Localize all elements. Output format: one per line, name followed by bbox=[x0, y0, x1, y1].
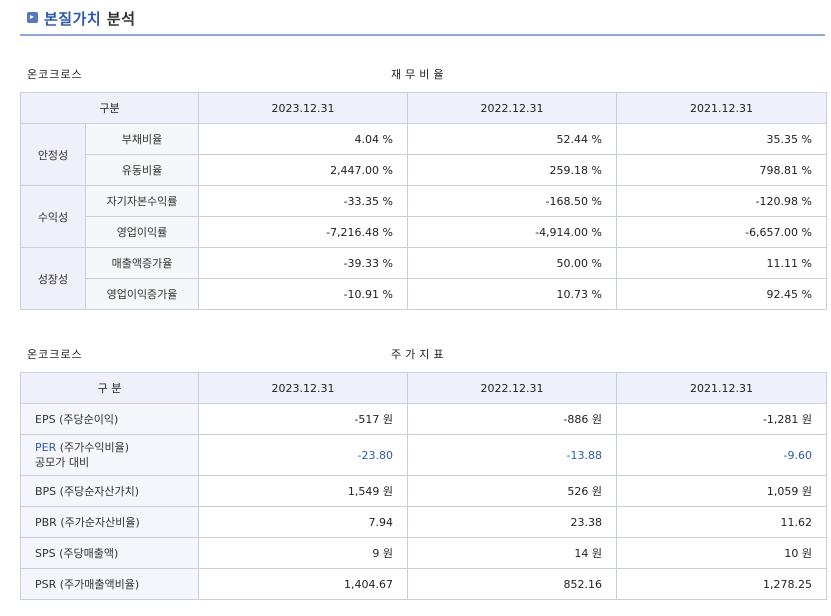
cell-value: 10 원 bbox=[616, 537, 827, 569]
cell-value: 526 원 bbox=[407, 475, 617, 507]
row-label: 영업이익증가율 bbox=[85, 278, 199, 310]
company-name: 온코크로스 bbox=[27, 68, 83, 81]
cell-value: 259.18 % bbox=[407, 154, 617, 186]
column-header-date: 2022.12.31 bbox=[407, 92, 617, 124]
cell-value: 11.62 bbox=[616, 506, 827, 538]
stock-caption: 온코크로스 주가지표 bbox=[20, 346, 826, 364]
table-row: PER (주가수익비율) 공모가 대비 -23.80 -13.88 -9.60 bbox=[20, 434, 827, 476]
row-label: 매출액증가율 bbox=[85, 247, 199, 279]
cell-value: -9.60 bbox=[616, 434, 827, 476]
row-label: PER (주가수익비율) 공모가 대비 bbox=[20, 434, 199, 476]
cell-value: -120.98 % bbox=[616, 185, 827, 217]
cell-value: -39.33 % bbox=[198, 247, 408, 279]
cell-value: -4,914.00 % bbox=[407, 216, 617, 248]
row-label: 유동비율 bbox=[85, 154, 199, 186]
bullet-icon bbox=[27, 12, 38, 23]
table-row: 안정성 부채비율 4.04 % 52.44 % 35.35 % bbox=[20, 123, 827, 186]
cell-value: 798.81 % bbox=[616, 154, 827, 186]
cell-value: 2,447.00 % bbox=[198, 154, 408, 186]
cell-value: -10.91 % bbox=[198, 278, 408, 310]
company-name: 온코크로스 bbox=[27, 348, 83, 361]
cell-value: -33.35 % bbox=[198, 185, 408, 217]
cell-value: 23.38 bbox=[407, 506, 617, 538]
cell-value: 1,549 원 bbox=[198, 475, 408, 507]
cell-value: 1,278.25 bbox=[616, 568, 827, 600]
table-row: SPS (주당매출액) 9 원 14 원 10 원 bbox=[20, 537, 827, 569]
row-label: PBR (주가순자산비율) bbox=[20, 506, 199, 538]
table-header-row: 구 분 2023.12.31 2022.12.31 2021.12.31 bbox=[20, 372, 827, 404]
section-title: 재무비율 bbox=[391, 68, 448, 81]
column-header-date: 2022.12.31 bbox=[407, 372, 617, 404]
row-label-text: (주가수익비율) bbox=[56, 441, 130, 454]
table-row: BPS (주당순자산가치) 1,549 원 526 원 1,059 원 bbox=[20, 475, 827, 507]
cell-value: 4.04 % bbox=[198, 123, 408, 155]
row-label: 영업이익률 bbox=[85, 216, 199, 248]
row-label: 자기자본수익률 bbox=[85, 185, 199, 217]
table-row: 성장성 매출액증가율 -39.33 % 50.00 % 11.11 % bbox=[20, 247, 827, 310]
column-header-category: 구 분 bbox=[20, 372, 199, 404]
cell-value: 852.16 bbox=[407, 568, 617, 600]
cell-value: 1,059 원 bbox=[616, 475, 827, 507]
cell-value: -168.50 % bbox=[407, 185, 617, 217]
column-header-date: 2023.12.31 bbox=[198, 372, 408, 404]
cell-value: -517 원 bbox=[198, 403, 408, 435]
row-label: SPS (주당매출액) bbox=[20, 537, 199, 569]
cell-value: 92.45 % bbox=[616, 278, 827, 310]
group-label: 성장성 bbox=[20, 247, 86, 310]
cell-value: 7.94 bbox=[198, 506, 408, 538]
cell-value: -23.80 bbox=[198, 434, 408, 476]
table-row: PSR (주가매출액비율) 1,404.67 852.16 1,278.25 bbox=[20, 568, 827, 600]
table-row: 영업이익증가율 -10.91 % 10.73 % 92.45 % bbox=[21, 278, 827, 310]
column-header-date: 2021.12.31 bbox=[616, 372, 827, 404]
cell-value: -6,657.00 % bbox=[616, 216, 827, 248]
row-label: BPS (주당순자산가치) bbox=[20, 475, 199, 507]
table-row: PBR (주가순자산비율) 7.94 23.38 11.62 bbox=[20, 506, 827, 538]
row-label: 부채비율 bbox=[85, 123, 199, 155]
cell-value: 11.11 % bbox=[616, 247, 827, 279]
column-header-category: 구분 bbox=[20, 92, 199, 124]
group-label: 안정성 bbox=[20, 123, 86, 186]
section-title: 주가지표 bbox=[391, 348, 448, 361]
cell-value: 35.35 % bbox=[616, 123, 827, 155]
row-label-sub: 공모가 대비 bbox=[35, 456, 90, 469]
table-row: EPS (주당순이익) -517 원 -886 원 -1,281 원 bbox=[20, 403, 827, 435]
section-header: 본질가치 분석 bbox=[20, 0, 825, 36]
per-link[interactable]: PER bbox=[35, 441, 56, 454]
row-label: EPS (주당순이익) bbox=[20, 403, 199, 435]
cell-value: 50.00 % bbox=[407, 247, 617, 279]
row-label: PSR (주가매출액비율) bbox=[20, 568, 199, 600]
table-header-row: 구분 2023.12.31 2022.12.31 2021.12.31 bbox=[20, 92, 827, 124]
cell-value: 9 원 bbox=[198, 537, 408, 569]
cell-value: -886 원 bbox=[407, 403, 617, 435]
ratios-caption: 온코크로스 재무비율 bbox=[20, 66, 826, 84]
table-row: 영업이익률 -7,216.48 % -4,914.00 % -6,657.00 … bbox=[21, 216, 827, 248]
stock-indicator-table: 구 분 2023.12.31 2022.12.31 2021.12.31 EPS… bbox=[20, 372, 827, 600]
column-header-date: 2021.12.31 bbox=[616, 92, 827, 124]
column-header-date: 2023.12.31 bbox=[198, 92, 408, 124]
cell-value: 10.73 % bbox=[407, 278, 617, 310]
page-title: 본질가치 분석 bbox=[44, 10, 136, 28]
cell-value: -1,281 원 bbox=[616, 403, 827, 435]
cell-value: -13.88 bbox=[407, 434, 617, 476]
cell-value: 1,404.67 bbox=[198, 568, 408, 600]
cell-value: 14 원 bbox=[407, 537, 617, 569]
financial-ratio-table: 구분 2023.12.31 2022.12.31 2021.12.31 안정성 … bbox=[20, 92, 827, 310]
group-label: 수익성 bbox=[20, 185, 86, 248]
cell-value: 52.44 % bbox=[407, 123, 617, 155]
table-row: 유동비율 2,447.00 % 259.18 % 798.81 % bbox=[21, 154, 827, 186]
cell-value: -7,216.48 % bbox=[198, 216, 408, 248]
table-row: 수익성 자기자본수익률 -33.35 % -168.50 % -120.98 % bbox=[20, 185, 827, 248]
